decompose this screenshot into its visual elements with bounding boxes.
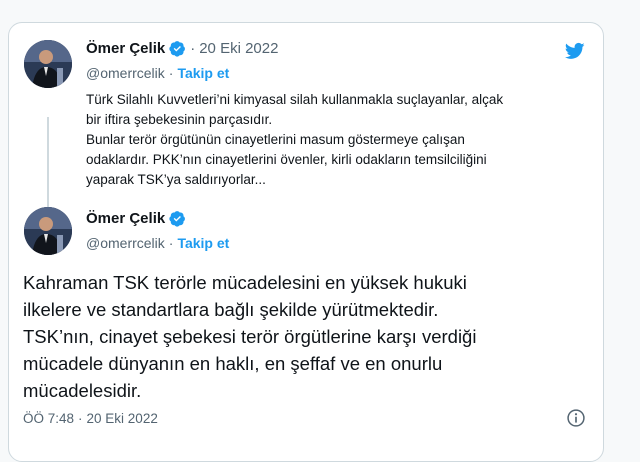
tweet-date[interactable]: 20 Eki 2022 <box>87 411 158 426</box>
follow-button[interactable]: Takip et <box>177 235 229 251</box>
text-line: TSK’nın, cinayet şebekesi terör örgütler… <box>23 326 477 347</box>
avatar-photo <box>24 40 72 88</box>
avatar-photo <box>24 207 72 255</box>
main-handle-row: @omerrcelik · Takip et <box>86 235 229 251</box>
tweet-time[interactable]: ÖÖ 7:48 <box>23 411 74 426</box>
text-line: Türk Silahlı Kuvvetleri’ni kimyasal sila… <box>86 92 504 107</box>
tweet-embed-card: Ömer Çelik · 20 Eki 2022 @omerrcelik · T… <box>8 22 604 462</box>
avatar[interactable] <box>24 207 72 255</box>
twitter-bird-icon[interactable] <box>563 41 587 61</box>
separator-dot: · <box>168 65 174 81</box>
text-line: mücadele dünyanın en haklı, en şeffaf ve… <box>23 353 443 374</box>
text-line: odaklardır. PKK’nın cinayetlerini övenle… <box>86 152 487 167</box>
tweet-date[interactable]: 20 Eki 2022 <box>199 40 278 57</box>
thread-connector-line <box>47 117 49 215</box>
author-name[interactable]: Ömer Çelik <box>86 210 165 227</box>
quoted-handle-row: @omerrcelik · Takip et <box>86 65 229 81</box>
follow-button[interactable]: Takip et <box>177 65 229 81</box>
main-author-row: Ömer Çelik <box>86 210 186 227</box>
text-line: yaparak TSK’ya saldırıyorlar... <box>86 172 266 187</box>
author-name[interactable]: Ömer Çelik <box>86 40 165 57</box>
avatar[interactable] <box>24 40 72 88</box>
text-line: mücadelesidir. <box>23 380 142 401</box>
verified-badge-icon <box>169 211 186 227</box>
text-line: Kahraman TSK terörle mücadelesini en yük… <box>23 272 467 293</box>
author-handle[interactable]: @omerrcelik <box>86 235 165 251</box>
author-handle[interactable]: @omerrcelik <box>86 65 165 81</box>
quoted-tweet-text: Türk Silahlı Kuvvetleri’ni kimyasal sila… <box>86 90 586 190</box>
text-line: ilkelere ve standartlara bağlı şekilde y… <box>23 299 439 320</box>
separator-dot: · <box>168 235 174 251</box>
quoted-author-row: Ömer Çelik · 20 Eki 2022 <box>86 40 278 57</box>
info-icon[interactable] <box>566 408 586 428</box>
separator-dot: · <box>190 40 196 57</box>
main-tweet-text: Kahraman TSK terörle mücadelesini en yük… <box>23 269 593 404</box>
tweet-timestamp: ÖÖ 7:48 · 20 Eki 2022 <box>23 411 158 426</box>
separator-dot: · <box>78 411 83 426</box>
verified-badge-icon <box>169 41 186 57</box>
text-line: Bunlar terör örgütünün cinayetlerini mas… <box>86 132 465 147</box>
text-line: bir iftira şebekesinin parçasıdır. <box>86 112 273 127</box>
